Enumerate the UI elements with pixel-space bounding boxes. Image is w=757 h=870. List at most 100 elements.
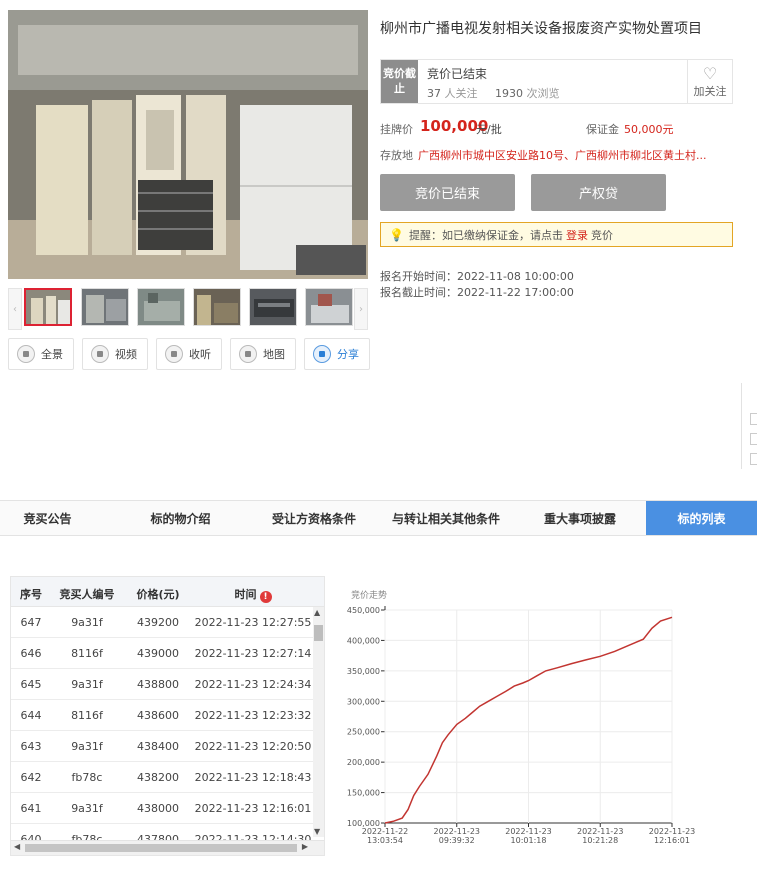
main-photo[interactable]: [8, 10, 368, 279]
status-tag: 竞价截止: [381, 60, 418, 103]
detail-tabs: 竞买公告 标的物介绍 受让方资格条件 与转让相关其他条件 重大事项披露 标的列表: [0, 500, 757, 536]
thumbnail-2[interactable]: [81, 288, 129, 326]
video-button[interactable]: 视频: [82, 338, 148, 370]
table-row: 645 9a31f 438800 2022-11-23 12:24:34: [11, 669, 313, 700]
auction-status-box: 竞价截止 竞价已结束 37 人关注 1930 次浏览 ♡ 加关注: [380, 59, 733, 104]
row-seq: 645: [20, 678, 42, 691]
table-row: 643 9a31f 438400 2022-11-23 12:20:50: [11, 731, 313, 762]
vertical-scrollbar[interactable]: ▲ ▼: [313, 607, 324, 837]
thumbnail-strip: ‹ ›: [8, 288, 368, 330]
row-price: 438000: [137, 802, 179, 815]
row-bidder: 9a31f: [71, 678, 103, 691]
thumb-prev-arrow-icon[interactable]: ‹: [8, 288, 22, 330]
x-tick-label-date: 2022-11-23: [505, 827, 552, 836]
scroll-up-icon[interactable]: ▲: [314, 608, 320, 617]
listing-price-unit: 元/批: [476, 123, 502, 136]
row-time: 2022-11-23 12:18:43: [194, 771, 312, 784]
tab-announcement[interactable]: 竞买公告: [0, 501, 95, 535]
header-time: 时间!: [193, 586, 313, 603]
panorama-button[interactable]: 全景: [8, 338, 74, 370]
row-price: 439200: [137, 616, 179, 629]
row-bidder: 9a31f: [71, 616, 103, 629]
registration-start-time: 报名开始时间：2022-11-08 10:00:00: [380, 270, 574, 283]
thumbnail-4[interactable]: [193, 288, 241, 326]
x-tick-label-time: 09:39:32: [439, 836, 475, 845]
row-time: 2022-11-23 12:24:34: [194, 678, 312, 691]
row-time: 2022-11-23 12:23:32: [194, 709, 312, 722]
follower-count: 37: [427, 87, 441, 100]
location-value[interactable]: 广西柳州市城中区安业路10号、广西柳州市柳北区黄土村...: [418, 147, 718, 163]
location-label: 存放地: [380, 149, 413, 162]
table-row: 644 8116f 438600 2022-11-23 12:23:32: [11, 700, 313, 731]
row-seq: 643: [20, 740, 42, 753]
listing-price-label: 挂牌价: [380, 123, 413, 136]
view-suffix: 次浏览: [526, 87, 560, 100]
location-pin-icon: [239, 345, 257, 363]
follow-button[interactable]: ♡ 加关注: [687, 60, 732, 103]
share-icon: [313, 345, 331, 363]
thumbnail-5[interactable]: [249, 288, 297, 326]
registration-end-time: 报名截止时间：2022-11-22 17:00:00: [380, 286, 574, 299]
tab-qualification[interactable]: 受让方资格条件: [262, 501, 366, 535]
tab-item-list[interactable]: 标的列表: [646, 501, 757, 535]
horizontal-scrollbar[interactable]: ◀ ▶: [11, 840, 324, 855]
header-price: 价格(元): [136, 588, 180, 601]
horizontal-scroll-thumb[interactable]: [25, 844, 297, 852]
login-reminder: 💡 提醒：如已缴纳保证金，请点击 登录 竞价: [380, 222, 733, 247]
table-row: 647 9a31f 439200 2022-11-23 12:27:55: [11, 607, 313, 638]
floating-side-panel[interactable]: [741, 383, 757, 469]
map-button[interactable]: 地图: [230, 338, 296, 370]
scroll-down-icon[interactable]: ▼: [314, 827, 320, 836]
tab-major-disclosure[interactable]: 重大事项披露: [530, 501, 630, 535]
side-panel-box-1: [750, 413, 757, 425]
thumbnail-3[interactable]: [137, 288, 185, 326]
x-tick-label-time: 10:21:28: [582, 836, 618, 845]
share-button[interactable]: 分享: [304, 338, 370, 370]
deposit-value: 50,000元: [624, 123, 674, 136]
x-tick-label-time: 13:03:54: [367, 836, 403, 845]
thumbnail-1[interactable]: [24, 288, 72, 326]
item-title: 柳州市广播电视发射相关设备报废资产实物处置项目: [380, 21, 702, 37]
row-seq: 647: [20, 616, 42, 629]
x-tick-label-date: 2022-11-23: [577, 827, 624, 836]
y-tick-label: 150,000: [347, 789, 380, 798]
reminder-suffix: 竞价: [590, 228, 613, 242]
login-link[interactable]: 登录: [566, 227, 588, 243]
y-tick-label: 350,000: [347, 667, 380, 676]
tab-other-conditions[interactable]: 与转让相关其他条件: [383, 501, 509, 535]
thumbnail-6[interactable]: [305, 288, 353, 326]
y-tick-label: 400,000: [347, 636, 380, 645]
status-stats: 37 人关注 1930 次浏览: [427, 85, 559, 101]
row-seq: 642: [20, 771, 42, 784]
scroll-left-icon[interactable]: ◀: [14, 842, 20, 851]
heart-icon: ♡: [702, 64, 718, 83]
x-tick-label-date: 2022-11-23: [434, 827, 481, 836]
row-price: 438200: [137, 771, 179, 784]
row-time: 2022-11-23 12:27:14: [194, 647, 312, 660]
row-bidder: fb78c: [71, 771, 103, 784]
status-text: 竞价已结束: [427, 67, 488, 81]
thumb-next-arrow-icon[interactable]: ›: [354, 288, 368, 330]
row-price: 438600: [137, 709, 179, 722]
scroll-right-icon[interactable]: ▶: [302, 842, 308, 851]
audio-button[interactable]: 收听: [156, 338, 222, 370]
x-tick-label-time: 10:01:18: [511, 836, 547, 845]
deposit-label: 保证金: [586, 123, 619, 136]
vertical-scroll-thumb[interactable]: [314, 625, 323, 641]
property-loan-button[interactable]: 产权贷: [531, 174, 666, 211]
media-button-row: 全景 视频 收听 地图 分享: [8, 338, 370, 370]
row-seq: 646: [20, 647, 42, 660]
row-price: 438800: [137, 678, 179, 691]
side-panel-box-2: [750, 433, 757, 445]
header-bidder: 竞买人编号: [59, 588, 115, 601]
tab-item-intro[interactable]: 标的物介绍: [128, 501, 233, 535]
row-bidder: 9a31f: [71, 740, 103, 753]
row-bidder: 8116f: [71, 647, 103, 660]
lightbulb-icon: 💡: [389, 227, 404, 242]
row-seq: 644: [20, 709, 42, 722]
follow-label: 加关注: [693, 85, 727, 98]
bidding-ended-button[interactable]: 竞价已结束: [380, 174, 515, 211]
x-tick-label-date: 2022-11-23: [649, 827, 696, 836]
y-tick-label: 200,000: [347, 758, 380, 767]
info-warning-icon[interactable]: !: [259, 591, 272, 603]
